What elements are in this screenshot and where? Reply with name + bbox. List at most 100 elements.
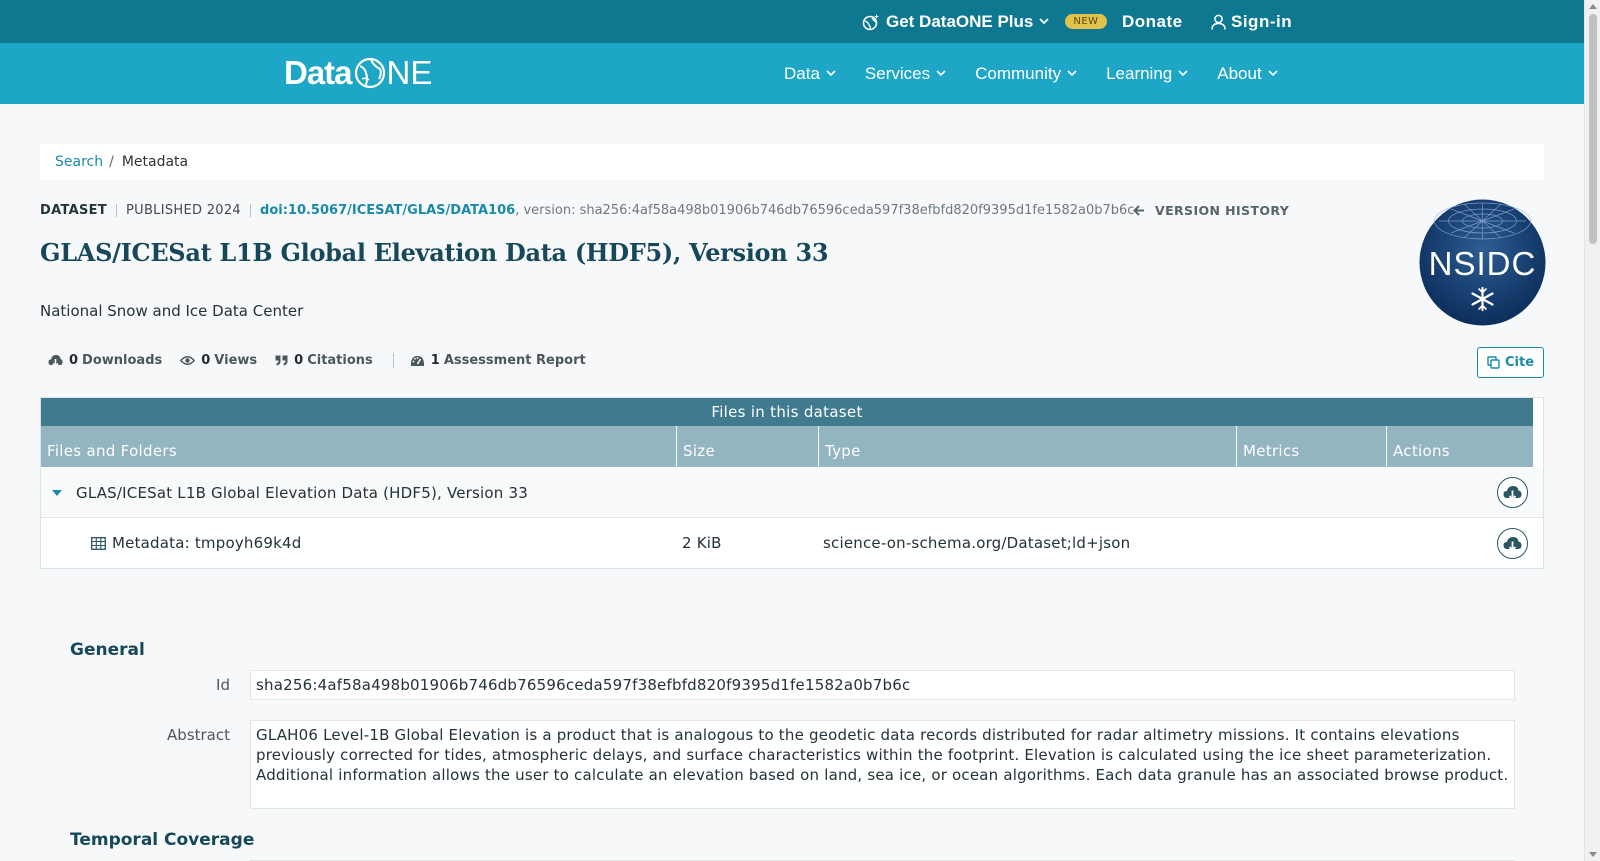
- scroll-thumb[interactable]: [1589, 14, 1597, 244]
- views-count: 0: [201, 353, 211, 368]
- chevron-down-icon: [1067, 70, 1077, 77]
- files-table-title: Files in this dataset: [41, 398, 1533, 426]
- views-metric[interactable]: 0 Views: [180, 353, 257, 368]
- nav-menu: Data Services Community Learning About: [784, 43, 1307, 104]
- column-header-size[interactable]: Size: [677, 426, 819, 467]
- nav-item-label: About: [1217, 63, 1262, 83]
- cloud-download-icon: [1503, 536, 1522, 551]
- citations-label: Citations: [307, 353, 373, 368]
- citations-metric[interactable]: 0 Citations: [275, 353, 373, 368]
- assessment-count: 1: [430, 353, 440, 368]
- citations-count: 0: [294, 353, 304, 368]
- files-table: Files in this dataset Files and Folders …: [40, 397, 1544, 569]
- version-history-label: VERSION HISTORY: [1155, 203, 1290, 218]
- column-header-actions[interactable]: Actions: [1387, 426, 1533, 467]
- logo-text-data: Data: [284, 54, 353, 91]
- metrics-row: 0 Downloads 0 Views 0 Citations 1 Assess…: [48, 353, 604, 368]
- column-header-metrics[interactable]: Metrics: [1237, 426, 1387, 467]
- copy-icon: [1487, 356, 1500, 369]
- downloads-metric[interactable]: 0 Downloads: [48, 353, 162, 368]
- general-heading: General: [70, 640, 145, 660]
- nav-item-services[interactable]: Services: [865, 64, 946, 84]
- downloads-count: 0: [69, 353, 79, 368]
- breadcrumb: Search / Metadata: [40, 144, 1544, 180]
- abstract-value: GLAH06 Level-1B Global Elevation is a pr…: [250, 720, 1515, 809]
- globe-sparkle-icon: [862, 13, 879, 30]
- dataset-title: GLAS/ICESat L1B Global Elevation Data (H…: [40, 238, 829, 267]
- eye-icon: [180, 356, 196, 365]
- dataset-creator: National Snow and Ice Data Center: [40, 302, 304, 320]
- divider: [115, 204, 117, 217]
- dataset-meta-line: DATASET PUBLISHED 2024 doi:10.5067/ICESA…: [40, 203, 1134, 218]
- nav-item-community[interactable]: Community: [975, 64, 1077, 84]
- temporal-coverage-heading: Temporal Coverage: [70, 830, 255, 850]
- page-scrollbar[interactable]: [1584, 0, 1600, 861]
- column-header-type[interactable]: Type: [819, 426, 1237, 467]
- folder-name[interactable]: GLAS/ICESat L1B Global Elevation Data (H…: [76, 484, 528, 502]
- new-badge: NEW: [1065, 14, 1107, 29]
- chevron-down-icon: [1178, 70, 1188, 77]
- get-dataone-plus-label: Get DataONE Plus: [886, 11, 1034, 31]
- logo-text-ne: NE: [386, 54, 433, 91]
- published-label: PUBLISHED 2024: [125, 203, 242, 218]
- id-value: sha256:4af58a498b01906b746db76596ceda597…: [250, 670, 1515, 700]
- nav-item-label: Services: [864, 63, 931, 83]
- main-navbar: Data NE Data Services Community Learning…: [0, 43, 1584, 104]
- download-button[interactable]: [1497, 477, 1528, 508]
- nav-item-learning[interactable]: Learning: [1106, 64, 1188, 84]
- doi-link[interactable]: doi:10.5067/ICESAT/GLAS/DATA106: [260, 203, 515, 218]
- chevron-down-icon: [1268, 70, 1278, 77]
- assessment-label: Assessment Report: [443, 353, 586, 368]
- table-row[interactable]: GLAS/ICESat L1B Global Elevation Data (H…: [41, 468, 1543, 518]
- globe-logo-icon: [354, 57, 385, 89]
- scroll-up-arrow-icon[interactable]: [1589, 4, 1597, 9]
- sign-in-label: Sign-in: [1231, 11, 1293, 31]
- divider: [392, 353, 394, 368]
- cite-button[interactable]: Cite: [1477, 347, 1544, 378]
- caret-down-icon[interactable]: [52, 489, 62, 496]
- nav-item-label: Learning: [1106, 63, 1173, 83]
- version-history-link[interactable]: VERSION HISTORY: [1133, 203, 1289, 218]
- cloud-download-icon: [1503, 486, 1522, 500]
- dashboard-gauge-icon: [410, 355, 424, 366]
- table-icon: [91, 536, 106, 550]
- nav-item-data[interactable]: Data: [784, 64, 836, 84]
- quote-icon: [275, 355, 288, 366]
- nav-item-about[interactable]: About: [1217, 63, 1278, 84]
- id-label: Id: [216, 676, 230, 694]
- dataone-logo[interactable]: Data NE: [284, 54, 433, 91]
- files-table-header: Files and Folders Size Type Metrics Acti…: [41, 426, 1533, 467]
- arrow-left-icon: [1133, 205, 1144, 216]
- breadcrumb-current: Metadata: [121, 154, 189, 170]
- file-name[interactable]: Metadata: tmpoyh69k4d: [112, 534, 301, 552]
- donate-link[interactable]: Donate: [1122, 0, 1183, 43]
- user-icon: [1211, 14, 1226, 30]
- scroll-down-arrow-icon[interactable]: [1589, 852, 1597, 857]
- breadcrumb-separator: /: [109, 154, 114, 170]
- nsidc-logo-text: NSIDC: [1429, 245, 1537, 282]
- breadcrumb-search-link[interactable]: Search: [55, 154, 103, 170]
- downloads-label: Downloads: [82, 353, 163, 368]
- assessment-report-metric[interactable]: 1 Assessment Report: [410, 353, 586, 368]
- chevron-down-icon: [1039, 18, 1050, 25]
- nsidc-logo: NSIDC: [1419, 199, 1546, 326]
- divider: [250, 204, 252, 217]
- chevron-down-icon: [936, 70, 946, 77]
- download-button[interactable]: [1497, 527, 1528, 559]
- nav-item-label: Community: [975, 63, 1062, 83]
- dataset-type-label: DATASET: [40, 203, 107, 218]
- get-dataone-plus-menu[interactable]: Get DataONE Plus NEW: [862, 0, 1107, 43]
- chevron-down-icon: [826, 70, 836, 77]
- sign-in-link[interactable]: Sign-in: [1211, 0, 1292, 43]
- version-id: , version: sha256:4af58a498b01906b746db7…: [515, 203, 1135, 218]
- column-header-files[interactable]: Files and Folders: [41, 426, 677, 467]
- file-size: 2 KiB: [682, 534, 722, 552]
- cite-label: Cite: [1504, 355, 1535, 370]
- top-utility-bar: Get DataONE Plus NEW Donate Sign-in: [0, 0, 1584, 43]
- file-type: science-on-schema.org/Dataset;ld+json: [823, 534, 1131, 552]
- nav-item-label: Data: [784, 63, 820, 83]
- table-row[interactable]: Metadata: tmpoyh69k4d 2 KiB science-on-s…: [41, 518, 1543, 568]
- cloud-download-icon: [48, 355, 63, 367]
- abstract-label: Abstract: [167, 726, 230, 744]
- views-label: Views: [214, 353, 258, 368]
